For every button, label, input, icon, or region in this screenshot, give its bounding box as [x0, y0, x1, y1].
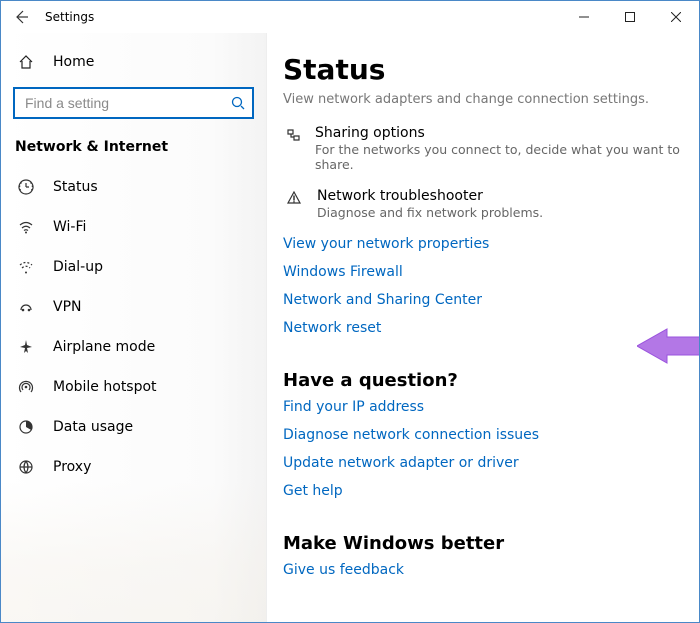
home-nav[interactable]: Home: [1, 43, 266, 81]
titlebar: Settings: [1, 1, 699, 33]
home-label: Home: [53, 54, 94, 70]
link-get-help[interactable]: Get help: [283, 483, 685, 499]
minimize-icon: [579, 12, 589, 22]
sharing-icon: [283, 125, 303, 143]
datausage-icon: [15, 419, 37, 435]
sidebar-item-label: Proxy: [53, 459, 91, 475]
link-diagnose-network-connection-issues[interactable]: Diagnose network connection issues: [283, 427, 685, 443]
troubleshoot-icon: [286, 190, 302, 206]
sidebar-item-label: Airplane mode: [53, 339, 155, 355]
sidebar-item-data-usage[interactable]: Data usage: [1, 407, 266, 447]
link-windows-firewall[interactable]: Windows Firewall: [283, 264, 685, 280]
wifi-icon: [15, 219, 37, 235]
search-field[interactable]: [23, 94, 230, 112]
hotspot-icon: [18, 379, 34, 395]
back-button[interactable]: [9, 5, 33, 29]
sidebar-item-label: Dial-up: [53, 259, 103, 275]
content-row[interactable]: Network troubleshooterDiagnose and fix n…: [283, 188, 685, 220]
arrow-left-icon: [13, 9, 29, 25]
home-icon: [15, 54, 37, 70]
question-heading: Have a question?: [283, 370, 685, 391]
sidebar-item-label: Mobile hotspot: [53, 379, 157, 395]
status-icon: [15, 179, 37, 195]
hotspot-icon: [15, 379, 37, 395]
link-give-us-feedback[interactable]: Give us feedback: [283, 562, 685, 578]
status-icon: [18, 179, 34, 195]
dialup-icon: [18, 259, 34, 275]
troubleshoot-icon: [283, 188, 305, 206]
sidebar-section-title: Network & Internet: [1, 135, 266, 167]
sidebar-item-label: Wi-Fi: [53, 219, 86, 235]
close-icon: [671, 12, 681, 22]
wifi-icon: [18, 219, 34, 235]
close-button[interactable]: [653, 2, 699, 32]
content-row[interactable]: Sharing optionsFor the networks you conn…: [283, 125, 685, 172]
link-network-reset[interactable]: Network reset: [283, 320, 685, 336]
vpn-icon: [18, 299, 34, 315]
dialup-icon: [15, 259, 37, 275]
window-controls: [561, 2, 699, 32]
sidebar-item-proxy[interactable]: Proxy: [1, 447, 266, 487]
row-subtitle: For the networks you connect to, decide …: [315, 142, 685, 172]
sidebar-item-status[interactable]: Status: [1, 167, 266, 207]
better-heading: Make Windows better: [283, 533, 685, 554]
sidebar-shadow: [1, 482, 266, 622]
proxy-icon: [15, 459, 37, 475]
sidebar: Home Network & Internet Status Wi-Fi Dial-…: [1, 33, 266, 622]
sidebar-item-label: Data usage: [53, 419, 133, 435]
vpn-icon: [15, 299, 37, 315]
search-icon: [230, 95, 246, 111]
page-title: Status: [283, 53, 685, 86]
airplane-icon: [15, 339, 37, 355]
airplane-icon: [18, 339, 34, 355]
sharing-icon: [285, 127, 301, 143]
truncated-description: View network adapters and change connect…: [283, 92, 685, 107]
maximize-icon: [625, 12, 635, 22]
row-title: Sharing options: [315, 125, 685, 141]
content-pane: Status View network adapters and change …: [266, 33, 699, 622]
sidebar-item-dial-up[interactable]: Dial-up: [1, 247, 266, 287]
sidebar-item-vpn[interactable]: VPN: [1, 287, 266, 327]
sidebar-item-label: Status: [53, 179, 98, 195]
search-input[interactable]: [13, 87, 254, 119]
proxy-icon: [18, 459, 34, 475]
link-update-network-adapter-or-driver[interactable]: Update network adapter or driver: [283, 455, 685, 471]
minimize-button[interactable]: [561, 2, 607, 32]
link-find-your-ip-address[interactable]: Find your IP address: [283, 399, 685, 415]
sidebar-item-label: VPN: [53, 299, 82, 315]
datausage-icon: [18, 419, 34, 435]
sidebar-item-wi-fi[interactable]: Wi-Fi: [1, 207, 266, 247]
link-network-and-sharing-center[interactable]: Network and Sharing Center: [283, 292, 685, 308]
row-subtitle: Diagnose and fix network problems.: [317, 205, 543, 220]
sidebar-item-mobile-hotspot[interactable]: Mobile hotspot: [1, 367, 266, 407]
link-view-your-network-properties[interactable]: View your network properties: [283, 236, 685, 252]
window-title: Settings: [45, 10, 94, 24]
row-title: Network troubleshooter: [317, 188, 543, 204]
sidebar-item-airplane-mode[interactable]: Airplane mode: [1, 327, 266, 367]
maximize-button[interactable]: [607, 2, 653, 32]
